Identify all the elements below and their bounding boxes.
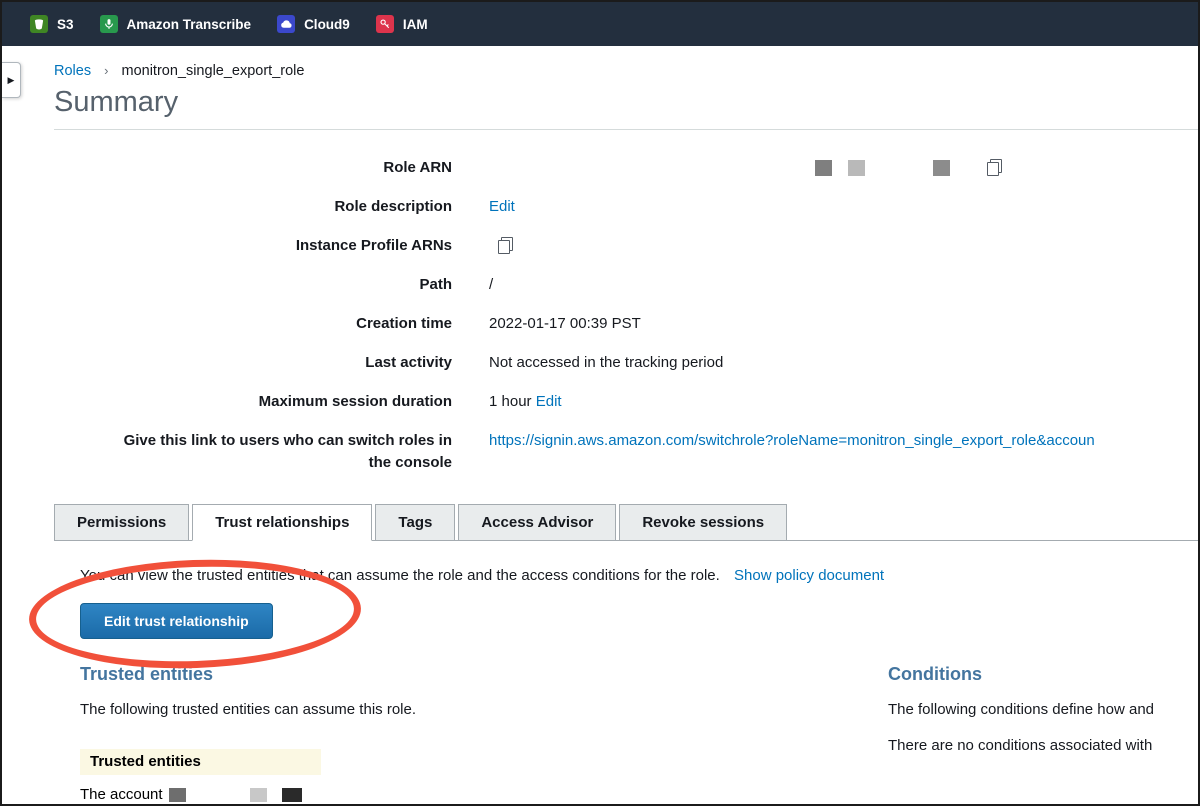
trusted-account-row: The account	[80, 785, 888, 804]
trust-columns: Trusted entities The following trusted e…	[80, 663, 1198, 804]
iam-icon	[376, 15, 394, 33]
nav-item-amazon-transcribe[interactable]: Amazon Transcribe	[100, 15, 252, 33]
trusted-entities-heading: Trusted entities	[80, 663, 888, 685]
max-session-duration-label: Maximum session duration	[54, 391, 452, 413]
creation-time-value: 2022-01-17 00:39 PST	[489, 313, 1198, 335]
max-session-duration-text: 1 hour	[489, 393, 532, 410]
trust-description-text: You can view the trusted entities that c…	[80, 567, 720, 584]
nav-item-label: IAM	[403, 17, 428, 32]
top-navigation-bar: S3 Amazon Transcribe Cloud9 IAM	[2, 2, 1198, 46]
copy-icon[interactable]	[498, 237, 513, 254]
iam-console-window: S3 Amazon Transcribe Cloud9 IAM ▶	[0, 0, 1200, 806]
breadcrumb: Roles › monitron_single_export_role	[54, 62, 1198, 80]
breadcrumb-current: monitron_single_export_role	[121, 63, 304, 79]
role-arn-value	[489, 157, 1198, 179]
breadcrumb-roles-link[interactable]: Roles	[54, 63, 91, 79]
tab-permissions[interactable]: Permissions	[54, 504, 189, 541]
redaction-block	[169, 788, 186, 802]
role-arn-label: Role ARN	[54, 157, 452, 179]
redaction-block	[933, 160, 950, 176]
trusted-entities-description: The following trusted entities can assum…	[80, 700, 888, 720]
tab-tags[interactable]: Tags	[375, 504, 455, 541]
switch-role-link-value: https://signin.aws.amazon.com/switchrole…	[489, 430, 1198, 474]
page-title: Summary	[54, 86, 1198, 119]
nav-item-iam[interactable]: IAM	[376, 15, 428, 33]
tab-access-advisor[interactable]: Access Advisor	[458, 504, 616, 541]
nav-item-cloud9[interactable]: Cloud9	[277, 15, 350, 33]
main-content: Roles › monitron_single_export_role Summ…	[2, 46, 1198, 804]
copy-icon[interactable]	[987, 159, 1002, 176]
transcribe-icon	[100, 15, 118, 33]
instance-profile-arns-label: Instance Profile ARNs	[54, 235, 452, 257]
nav-item-s3[interactable]: S3	[30, 15, 74, 33]
s3-bucket-icon	[30, 15, 48, 33]
breadcrumb-separator: ›	[104, 63, 108, 78]
trusted-account-text: The account	[80, 785, 163, 804]
last-activity-value: Not accessed in the tracking period	[489, 352, 1198, 374]
chevron-right-icon: ▶	[8, 76, 15, 85]
conditions-empty-text: There are no conditions associated with	[888, 736, 1198, 756]
instance-profile-arns-value	[489, 235, 1198, 257]
trusted-entities-table-header: Trusted entities	[80, 749, 321, 775]
switch-role-link-label: Give this link to users who can switch r…	[122, 430, 452, 474]
role-description-label: Role description	[54, 196, 452, 218]
nav-item-label: Amazon Transcribe	[127, 17, 252, 32]
path-label: Path	[54, 274, 452, 296]
trusted-entities-section: Trusted entities The following trusted e…	[80, 663, 888, 804]
title-divider	[54, 129, 1198, 130]
summary-section: Role ARN Role description Edit Instance …	[54, 157, 1198, 474]
redaction-block	[815, 160, 832, 176]
trust-description: You can view the trusted entities that c…	[80, 566, 1198, 586]
conditions-description: The following conditions define how and	[888, 700, 1198, 720]
last-activity-label: Last activity	[54, 352, 452, 374]
show-policy-document-link[interactable]: Show policy document	[734, 567, 884, 584]
role-description-value: Edit	[489, 196, 1198, 218]
page-body: ▶ Roles › monitron_single_export_role Su…	[2, 46, 1198, 804]
redaction-block	[848, 160, 865, 176]
redaction-block	[282, 788, 302, 802]
conditions-heading: Conditions	[888, 663, 1198, 685]
edit-role-description-link[interactable]: Edit	[489, 198, 515, 215]
nav-item-label: S3	[57, 17, 74, 32]
nav-item-label: Cloud9	[304, 17, 350, 32]
edit-max-session-link[interactable]: Edit	[536, 393, 562, 410]
conditions-section: Conditions The following conditions defi…	[888, 663, 1198, 804]
role-detail-tabs: Permissions Trust relationships Tags Acc…	[54, 504, 1198, 541]
sidebar-collapse-handle[interactable]: ▶	[2, 62, 21, 98]
creation-time-label: Creation time	[54, 313, 452, 335]
edit-trust-relationship-button[interactable]: Edit trust relationship	[80, 603, 273, 639]
trust-relationships-panel: You can view the trusted entities that c…	[54, 541, 1198, 804]
max-session-duration-value: 1 hour Edit	[489, 391, 1198, 413]
path-value: /	[489, 274, 1198, 296]
tab-revoke-sessions[interactable]: Revoke sessions	[619, 504, 787, 541]
switch-role-url-link[interactable]: https://signin.aws.amazon.com/switchrole…	[489, 432, 1095, 449]
redaction-block	[250, 788, 267, 802]
tab-trust-relationships[interactable]: Trust relationships	[192, 504, 372, 541]
cloud9-icon	[277, 15, 295, 33]
